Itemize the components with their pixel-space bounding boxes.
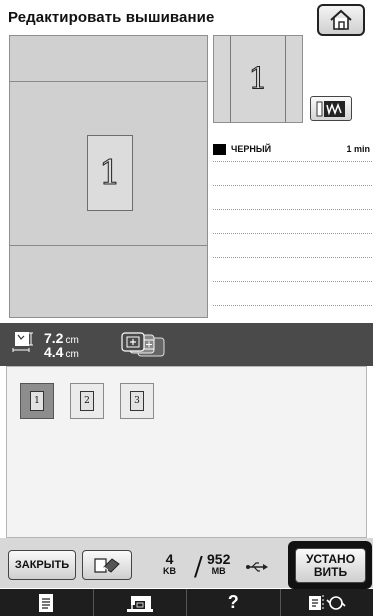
memory-used-unit: KB xyxy=(163,566,176,576)
thread-color-list: ЧЕРНЫЙ 1 min xyxy=(213,137,372,319)
pattern-list: 1 2 3 xyxy=(6,366,367,538)
home-icon xyxy=(330,9,352,30)
bottom-nav: ? xyxy=(0,589,373,616)
height-value: 4.4 xyxy=(44,344,64,360)
document-icon xyxy=(39,593,54,612)
size-info-bar: 7.2 cm 4.4 cm xyxy=(0,323,373,366)
height-unit: cm xyxy=(65,349,79,360)
color-row-empty xyxy=(213,258,372,282)
color-row-empty xyxy=(213,186,372,210)
stitch-preview-button[interactable] xyxy=(310,96,352,121)
embroidery-area[interactable]: 1 xyxy=(9,35,208,318)
design-pattern[interactable]: 1 xyxy=(87,135,133,211)
color-row-empty xyxy=(213,282,372,306)
color-row-empty xyxy=(213,210,372,234)
eraser-icon xyxy=(94,558,120,573)
set-button-line2: ВИТЬ xyxy=(313,564,348,579)
set-button-line1: УСТАНО xyxy=(305,551,356,566)
nav-settings[interactable] xyxy=(281,589,373,616)
memory-total-unit: MB xyxy=(211,566,226,576)
hoop-size-icon xyxy=(121,332,165,357)
close-button[interactable]: ЗАКРЫТЬ xyxy=(8,550,76,580)
nav-document[interactable] xyxy=(0,589,94,616)
delete-button[interactable] xyxy=(82,550,132,580)
home-button[interactable] xyxy=(317,4,365,36)
color-name: ЧЕРНЫЙ xyxy=(231,144,272,154)
preview-glyph: 1 xyxy=(248,61,268,97)
memory-used: 4 KB xyxy=(163,551,176,577)
design-glyph: 1 xyxy=(99,153,122,194)
hoop-guide-line xyxy=(10,245,207,246)
nav-sewing-machine[interactable] xyxy=(94,589,187,616)
pattern-height: 4.4 cm xyxy=(44,344,79,360)
pattern-size-icon xyxy=(12,332,33,352)
memory-total-value: 952 xyxy=(207,551,231,567)
pattern-thumb[interactable]: 2 xyxy=(70,383,104,419)
pattern-thumb[interactable]: 3 xyxy=(120,383,154,419)
settings-icon xyxy=(308,594,346,611)
nav-help[interactable]: ? xyxy=(187,589,281,616)
pattern-preview: 1 xyxy=(213,35,303,123)
memory-used-value: 4 xyxy=(165,551,174,567)
pattern-thumb[interactable]: 1 xyxy=(20,383,54,419)
sewing-machine-icon xyxy=(126,595,153,612)
memory-total: 952 MB xyxy=(207,551,231,577)
usb-icon xyxy=(246,562,268,572)
preview-frame: 1 xyxy=(230,36,286,122)
hoop-guide-line xyxy=(10,81,207,82)
stitch-time: 1 min xyxy=(346,144,370,154)
color-row-empty xyxy=(213,162,372,186)
set-button[interactable]: УСТАНО ВИТЬ xyxy=(295,548,366,583)
pattern-thumb-glyph: 2 xyxy=(80,391,94,411)
page-title: Редактировать вышивание xyxy=(8,9,215,26)
pattern-thumb-glyph: 1 xyxy=(30,391,44,411)
color-swatch xyxy=(213,143,226,155)
color-row[interactable]: ЧЕРНЫЙ 1 min xyxy=(213,137,372,162)
stitch-preview-icon xyxy=(316,100,345,117)
memory-separator: / xyxy=(194,552,203,582)
pattern-thumb-glyph: 3 xyxy=(130,391,144,411)
color-row-empty xyxy=(213,234,372,258)
help-icon: ? xyxy=(227,592,239,612)
